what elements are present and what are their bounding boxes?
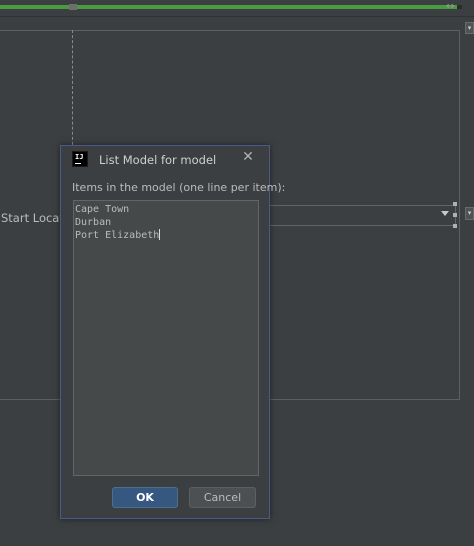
side-dropdown-icon[interactable]: ▾ [465,207,474,220]
side-dropdown-icon[interactable]: ▾ [465,22,474,34]
dialog-titlebar[interactable]: IJ List Model for model ✕ [61,146,269,174]
ok-button[interactable]: OK [112,487,178,508]
guide-line [72,30,73,150]
top-toolbar-strip: ↔ [0,0,474,17]
text-caret [159,229,161,240]
dialog-title: List Model for model [99,153,217,167]
items-textarea[interactable]: Cape Town Durban Port Elizabeth [73,200,259,476]
items-line: Port Elizabeth [75,230,160,241]
items-text: Cape Town Durban Port Elizabeth [75,203,161,242]
splitter-handle[interactable] [69,4,77,10]
list-model-dialog: IJ List Model for model ✕ Items in the m… [60,145,285,519]
intellij-app-icon: IJ [72,151,88,167]
start-location-combo[interactable] [250,205,456,226]
items-label: Items in the model (one line per item): [72,181,286,194]
resize-arrows-icon[interactable]: ↔ [446,1,454,12]
selection-handle[interactable] [453,202,457,206]
cancel-button[interactable]: Cancel [189,487,256,508]
items-line: Durban [75,217,112,228]
close-icon[interactable]: ✕ [241,150,255,164]
chevron-down-icon [441,211,449,216]
items-line: Cape Town [75,204,130,215]
app-icon-text: IJ [75,153,84,161]
selection-handle[interactable] [453,213,457,217]
selection-handle[interactable] [453,224,457,228]
